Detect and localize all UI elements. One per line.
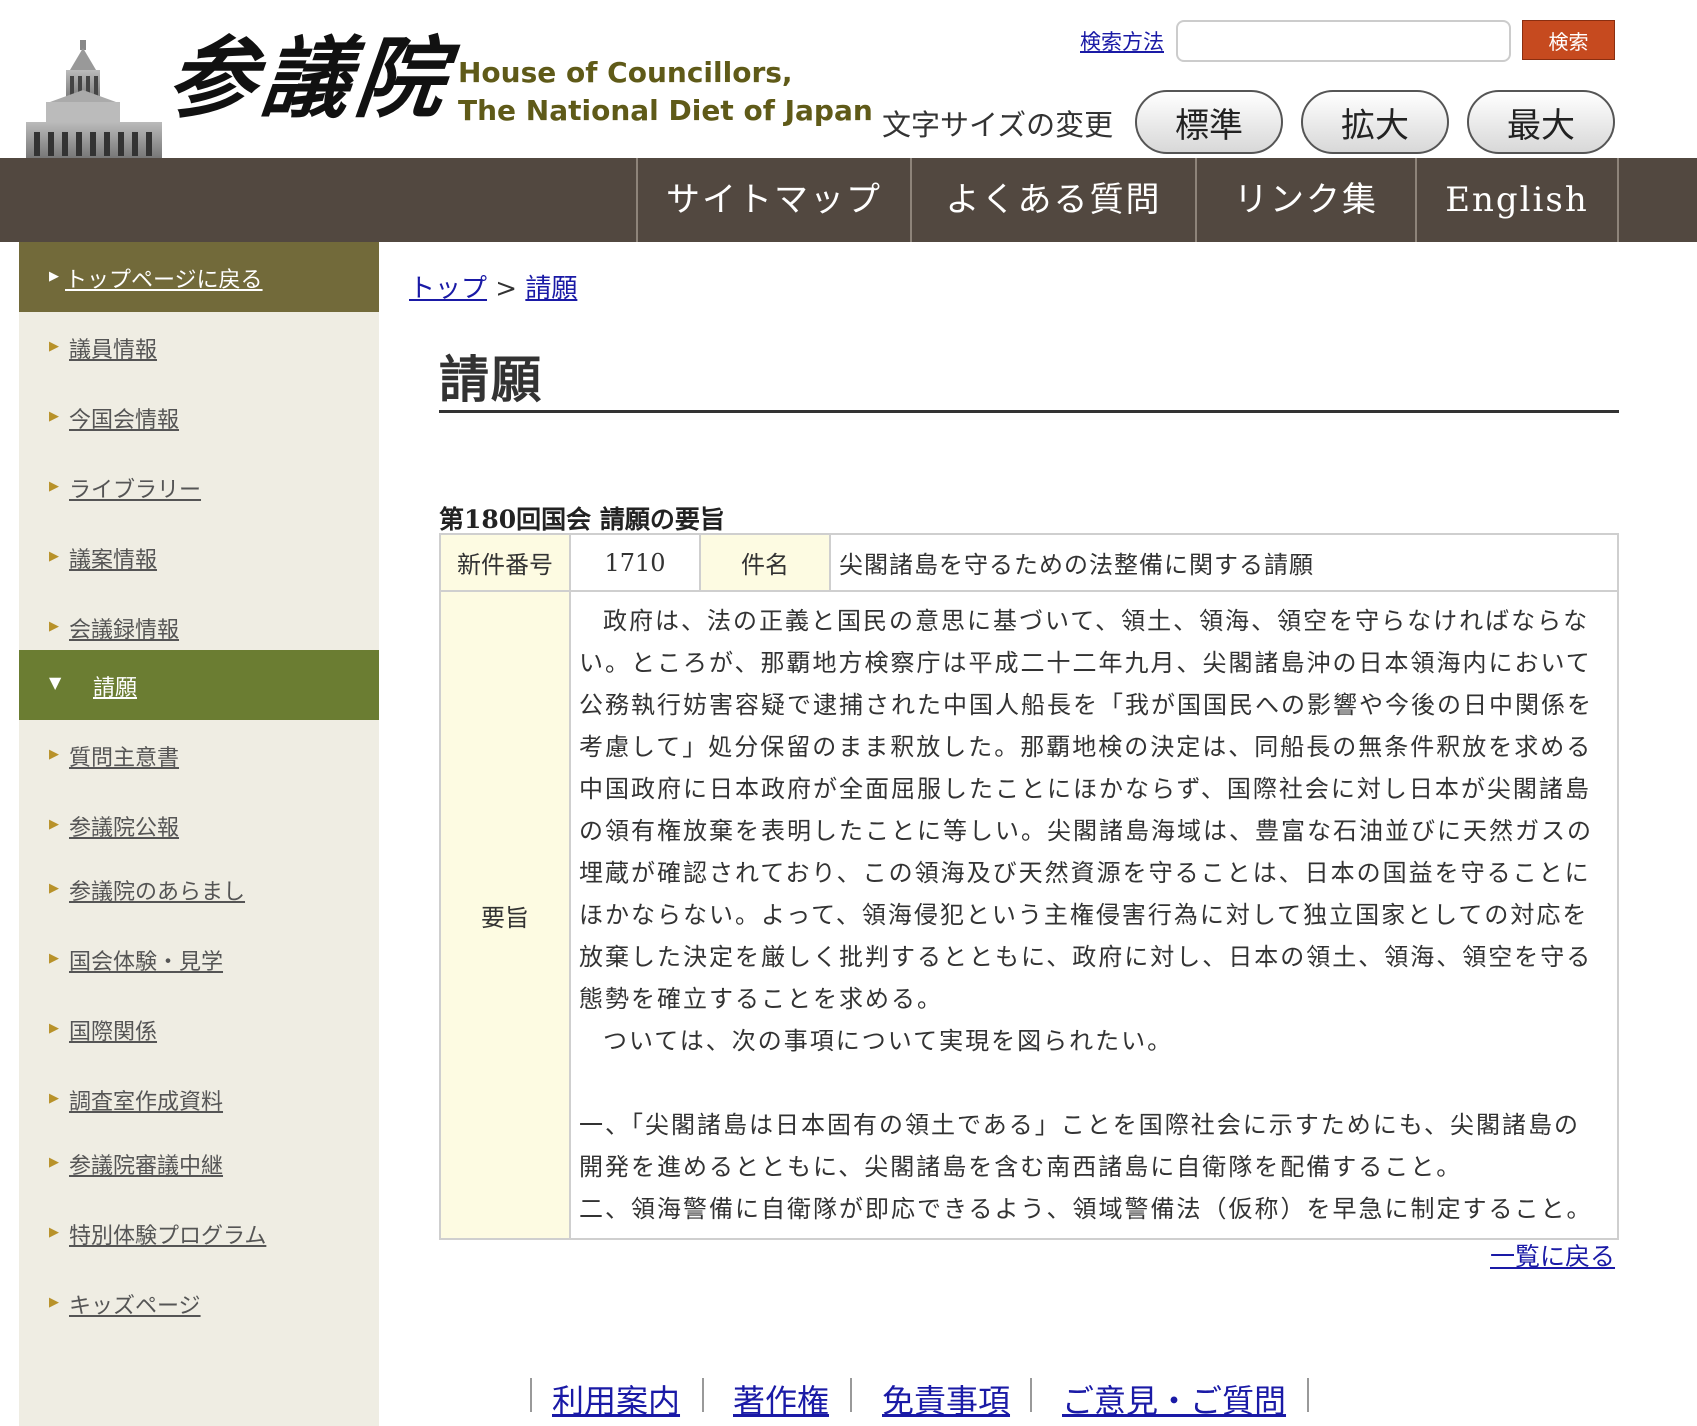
sidebar-item-current-session[interactable]: ▶ 今国会情報	[19, 382, 379, 452]
triangle-right-icon: ▶	[49, 409, 59, 424]
sidebar-item-label[interactable]: 参議院審議中継	[69, 1148, 223, 1180]
triangle-right-icon: ▶	[49, 881, 59, 896]
triangle-right-icon: ▶	[49, 951, 59, 966]
gist-paragraph: ついては、次の事項について実現を図られたい。	[603, 1027, 1174, 1055]
gist-spacer	[579, 1062, 1597, 1104]
sidebar-item-bills[interactable]: ▶ 議案情報	[19, 522, 379, 592]
site-header: 参議院 House of Councillors, The National D…	[0, 0, 1697, 158]
gist-item: 一、「尖閣諸島は日本固有の領土である」ことを国際社会に示すためにも、尖閣諸島の開…	[579, 1111, 1581, 1181]
triangle-right-icon: ▶	[49, 549, 59, 564]
gist-label-cell: 要旨	[439, 590, 571, 1240]
triangle-down-icon: ▼	[49, 673, 62, 692]
top-navigation: サイトマップ よくある質問 リンク集 English	[0, 158, 1697, 242]
sidebar-item-top-page[interactable]: ▶ トップページに戻る	[19, 242, 379, 312]
nav-faq[interactable]: よくある質問	[910, 158, 1195, 242]
breadcrumb-separator: >	[495, 274, 518, 304]
gist-item: 二、領海警備に自衛隊が即応できるよう、領域警備法（仮称）を早急に制定すること。	[579, 1195, 1593, 1223]
font-size-label: 文字サイズの変更	[882, 108, 1114, 142]
nav-links[interactable]: リンク集	[1195, 158, 1415, 242]
footer-separator	[702, 1378, 704, 1412]
sidebar-item-tour[interactable]: ▶ 国会体験・見学	[19, 924, 379, 994]
search-input[interactable]	[1176, 20, 1511, 62]
triangle-right-icon: ▶	[49, 339, 59, 354]
subject-label-cell: 件名	[699, 533, 831, 592]
footer-link-copyright[interactable]: 著作権	[733, 1376, 829, 1422]
triangle-right-icon: ▶	[49, 747, 59, 762]
breadcrumb-top-link[interactable]: トップ	[409, 274, 487, 304]
gist-paragraph: 政府は、法の正義と国民の意思に基づいて、領土、領海、領空を守らなければならない。…	[579, 607, 1593, 1013]
sidebar-item-label[interactable]: ライブラリー	[69, 472, 201, 504]
triangle-right-icon: ▶	[49, 1295, 59, 1310]
sidebar-item-label[interactable]: 議員情報	[69, 332, 157, 364]
sidebar-item-questions[interactable]: ▶ 質問主意書	[19, 720, 379, 790]
table-row: 要旨 政府は、法の正義と国民の意思に基づいて、領土、領海、領空を守らなければなら…	[439, 590, 1619, 1240]
font-size-large-button[interactable]: 拡大	[1301, 90, 1449, 154]
sidebar-item-label[interactable]: 請願	[93, 670, 137, 702]
sidebar-item-label[interactable]: キッズページ	[69, 1288, 201, 1320]
sidebar-item-label[interactable]: 今国会情報	[69, 402, 179, 434]
triangle-right-icon: ▶	[49, 1225, 59, 1240]
sidebar-item-kids[interactable]: ▶ キッズページ	[19, 1268, 379, 1338]
sidebar-item-research-materials[interactable]: ▶ 調査室作成資料	[19, 1064, 379, 1134]
nav-sitemap[interactable]: サイトマップ	[636, 158, 910, 242]
footer-separator	[530, 1378, 532, 1412]
sidebar-item-label[interactable]: 参議院公報	[69, 810, 179, 842]
sidebar-item-overview[interactable]: ▶ 参議院のあらまし	[19, 854, 379, 924]
footer-link-feedback[interactable]: ご意見・ご質問	[1062, 1376, 1286, 1422]
search-method-link[interactable]: 検索方法	[1080, 26, 1164, 56]
table-row: 新件番号 1710 件名 尖閣諸島を守るための法整備に関する請願	[439, 533, 1619, 592]
footer-separator	[1307, 1378, 1309, 1412]
sidebar-item-label[interactable]: トップページに戻る	[65, 262, 263, 294]
logo-english-line1: House of Councillors,	[458, 56, 793, 89]
sidebar-item-label[interactable]: 国際関係	[69, 1014, 157, 1046]
sidebar-item-special-program[interactable]: ▶ 特別体験プログラム	[19, 1198, 379, 1268]
petition-table: 新件番号 1710 件名 尖閣諸島を守るための法整備に関する請願 要旨 政府は、…	[439, 533, 1619, 1240]
footer-link-disclaimer[interactable]: 免責事項	[882, 1376, 1010, 1422]
footer-separator	[850, 1378, 852, 1412]
triangle-right-icon: ▶	[49, 817, 59, 832]
site-logo-english[interactable]: House of Councillors, The National Diet …	[458, 54, 873, 130]
sidebar-item-label[interactable]: 特別体験プログラム	[69, 1218, 266, 1250]
diet-building-logo-icon	[26, 40, 162, 158]
logo-english-line2: The National Diet of Japan	[458, 94, 873, 127]
sidebar-item-label[interactable]: 参議院のあらまし	[69, 874, 245, 906]
breadcrumb: トップ > 請願	[409, 268, 577, 305]
page-title: 請願	[439, 350, 543, 409]
triangle-right-icon: ▶	[49, 1155, 59, 1170]
breadcrumb-current-link[interactable]: 請願	[525, 274, 577, 304]
font-size-standard-button[interactable]: 標準	[1135, 90, 1283, 154]
gist-cell: 政府は、法の正義と国民の意思に基づいて、領土、領海、領空を守らなければならない。…	[569, 590, 1619, 1240]
number-label-cell: 新件番号	[439, 533, 571, 592]
footer-separator	[1030, 1378, 1032, 1412]
triangle-right-icon: ▶	[49, 269, 59, 284]
sidebar-item-label[interactable]: 質問主意書	[69, 740, 179, 772]
section-heading: 第180回国会 請願の要旨	[439, 505, 725, 534]
nav-english[interactable]: English	[1415, 158, 1619, 242]
sidebar-item-label[interactable]: 議案情報	[69, 542, 157, 574]
triangle-right-icon: ▶	[49, 1021, 59, 1036]
sidebar-item-label[interactable]: 会議録情報	[69, 612, 179, 644]
sidebar-item-members[interactable]: ▶ 議員情報	[19, 312, 379, 382]
sidebar-item-label[interactable]: 国会体験・見学	[69, 944, 223, 976]
title-divider	[439, 410, 1619, 413]
footer-link-usage[interactable]: 利用案内	[552, 1376, 680, 1422]
font-size-max-button[interactable]: 最大	[1467, 90, 1615, 154]
triangle-right-icon: ▶	[49, 479, 59, 494]
site-logo-kanji[interactable]: 参議院	[163, 26, 456, 130]
triangle-right-icon: ▶	[49, 1091, 59, 1106]
sidebar-item-bulletin[interactable]: ▶ 参議院公報	[19, 790, 379, 860]
sidebar-item-international[interactable]: ▶ 国際関係	[19, 994, 379, 1064]
sidebar-item-label[interactable]: 調査室作成資料	[69, 1084, 223, 1116]
sidebar-item-petition[interactable]: ▼ 請願	[19, 650, 379, 720]
sidebar: ▶ トップページに戻る ▶ 議員情報 ▶ 今国会情報 ▶ ライブラリー ▶ 議案…	[19, 242, 379, 1426]
search-button[interactable]: 検索	[1522, 20, 1615, 60]
sidebar-item-live-broadcast[interactable]: ▶ 参議院審議中継	[19, 1128, 379, 1198]
number-cell: 1710	[569, 533, 701, 592]
back-to-list-link[interactable]: 一覧に戻る	[1490, 1237, 1615, 1273]
sidebar-item-library[interactable]: ▶ ライブラリー	[19, 452, 379, 522]
triangle-right-icon: ▶	[49, 619, 59, 634]
subject-cell: 尖閣諸島を守るための法整備に関する請願	[829, 533, 1619, 592]
